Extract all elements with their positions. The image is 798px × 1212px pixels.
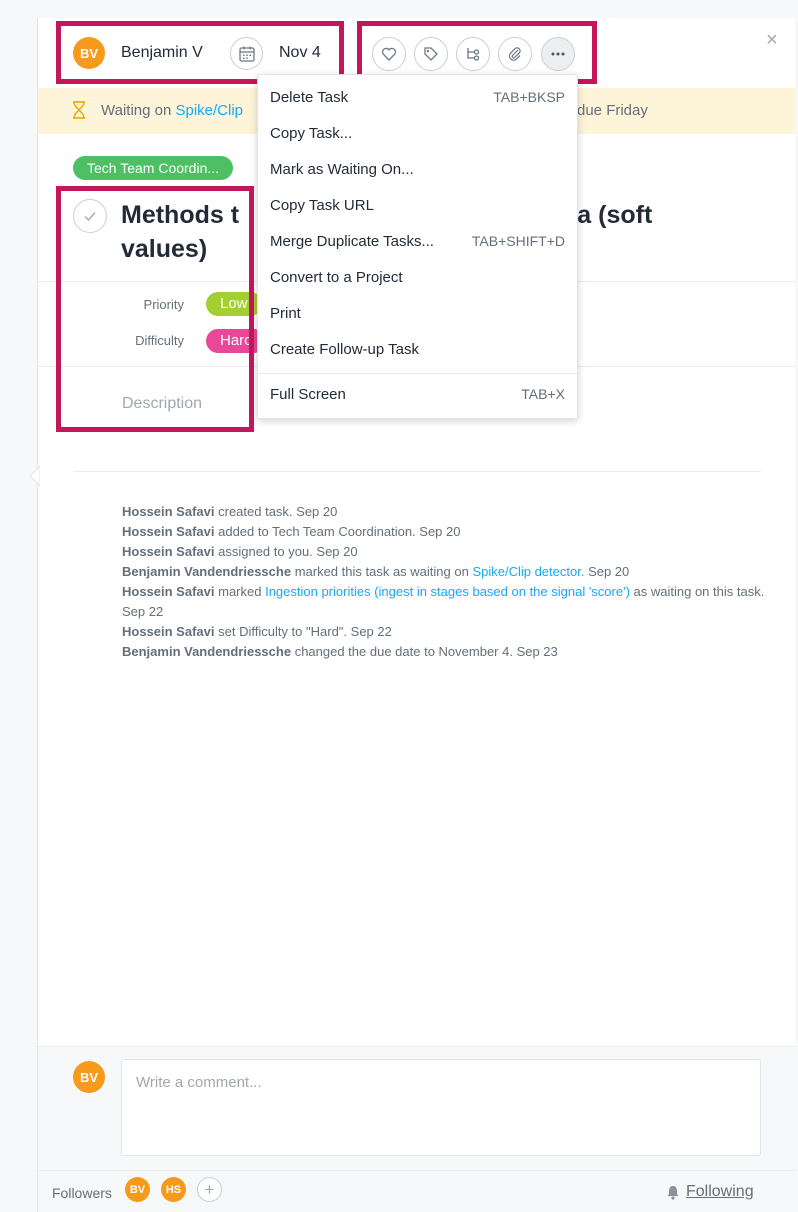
- menu-item-mark-waiting[interactable]: Mark as Waiting On...: [258, 151, 577, 187]
- menu-divider: [258, 373, 577, 374]
- activity-item: Benjamin Vandendriessche changed the due…: [122, 644, 558, 659]
- activity-item: Hossein Safavi set Difficulty to "Hard".…: [122, 624, 392, 639]
- activity-item: Hossein Safavi created task. Sep 20: [122, 504, 338, 519]
- project-tag[interactable]: Tech Team Coordin...: [73, 156, 234, 180]
- followers-label: Followers: [52, 1185, 112, 1201]
- menu-item-merge-duplicates[interactable]: Merge Duplicate Tasks... TAB+SHIFT+D: [258, 223, 577, 259]
- menu-item-follow-up[interactable]: Create Follow-up Task: [258, 331, 577, 367]
- activity-item: Benjamin Vandendriessche marked this tas…: [122, 564, 630, 579]
- menu-item-delete-task[interactable]: Delete Task TAB+BKSP: [258, 79, 577, 115]
- feed-divider: [73, 471, 761, 472]
- task-actions-menu: Delete Task TAB+BKSP Copy Task... Mark as…: [257, 74, 578, 419]
- activity-link[interactable]: Spike/Clip detector.: [472, 564, 584, 579]
- pane-pointer: [29, 466, 40, 486]
- follower-avatar[interactable]: HS: [161, 1177, 186, 1202]
- activity-feed: Hossein Safavi created task. Sep 20 Hoss…: [122, 502, 767, 662]
- close-icon[interactable]: ×: [766, 29, 778, 52]
- bell-icon: [667, 1185, 679, 1200]
- menu-item-copy-url[interactable]: Copy Task URL: [258, 187, 577, 223]
- activity-item: Hossein Safavi marked Ingestion prioriti…: [122, 584, 765, 619]
- menu-item-print[interactable]: Print: [258, 295, 577, 331]
- comment-avatar: BV: [73, 1061, 105, 1093]
- following-toggle[interactable]: Following: [666, 1183, 754, 1201]
- follower-avatar[interactable]: BV: [125, 1177, 150, 1202]
- activity-link[interactable]: Ingestion priorities (ingest in stages b…: [265, 584, 630, 599]
- add-follower-button[interactable]: +: [197, 1177, 222, 1202]
- highlight-fields: [56, 186, 254, 432]
- menu-item-convert-project[interactable]: Convert to a Project: [258, 259, 577, 295]
- menu-item-copy-task[interactable]: Copy Task...: [258, 115, 577, 151]
- comment-input[interactable]: Write a comment...: [121, 1059, 761, 1156]
- hourglass-icon: [73, 101, 85, 119]
- waiting-on-link[interactable]: Spike/Clip: [175, 102, 243, 119]
- waiting-text: Waiting on Spike/Clip: [101, 102, 244, 119]
- menu-item-full-screen[interactable]: Full Screen TAB+X: [258, 376, 577, 412]
- due-info: due Friday: [577, 102, 648, 119]
- activity-item: Hossein Safavi assigned to you. Sep 20: [122, 544, 358, 559]
- activity-item: Hossein Safavi added to Tech Team Coordi…: [122, 524, 461, 539]
